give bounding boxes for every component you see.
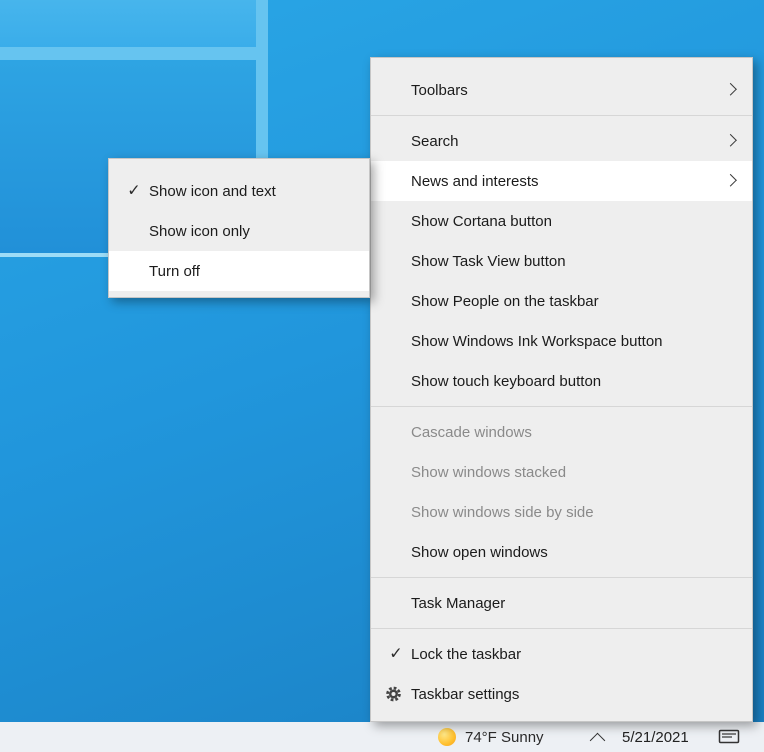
check-icon: ✓ bbox=[127, 182, 141, 200]
menu-item-label: Show People on the taskbar bbox=[411, 292, 599, 310]
tray-icon[interactable] bbox=[718, 727, 740, 747]
menu-item-label: Turn off bbox=[149, 262, 200, 280]
menu-item-label: Show icon and text bbox=[149, 182, 276, 200]
weather-label: 74°F Sunny bbox=[465, 728, 544, 746]
menu-item-label: Show icon only bbox=[149, 222, 250, 240]
submenu-item-turn-off[interactable]: Turn off bbox=[109, 251, 369, 291]
menu-item-show-task-view[interactable]: Show Task View button bbox=[371, 241, 752, 281]
menu-item-label: Toolbars bbox=[411, 81, 468, 99]
menu-item-show-touch-keyboard[interactable]: Show touch keyboard button bbox=[371, 361, 752, 401]
menu-item-show-open-windows[interactable]: Show open windows bbox=[371, 532, 752, 572]
menu-item-label: Show open windows bbox=[411, 543, 548, 561]
submenu-item-show-icon-only[interactable]: Show icon only bbox=[109, 211, 369, 251]
menu-separator bbox=[371, 577, 752, 578]
menu-item-show-ink-workspace[interactable]: Show Windows Ink Workspace button bbox=[371, 321, 752, 361]
menu-item-label: Show Task View button bbox=[411, 252, 566, 270]
news-and-interests-submenu: ✓ Show icon and text Show icon only Turn… bbox=[108, 158, 370, 298]
hidden-icons-chevron-icon[interactable] bbox=[589, 732, 606, 749]
menu-separator bbox=[371, 406, 752, 407]
menu-item-label: News and interests bbox=[411, 172, 539, 190]
wallpaper-pane-gap bbox=[0, 47, 268, 60]
menu-item-search[interactable]: Search bbox=[371, 121, 752, 161]
menu-item-label: Show windows side by side bbox=[411, 503, 594, 521]
menu-item-show-windows-side-by-side: Show windows side by side bbox=[371, 492, 752, 532]
sun-icon bbox=[438, 728, 456, 746]
menu-item-toolbars[interactable]: Toolbars bbox=[371, 70, 752, 110]
menu-item-label: Taskbar settings bbox=[411, 685, 520, 703]
taskbar-context-menu: Toolbars Search News and interests Show … bbox=[370, 57, 753, 722]
submenu-arrow-icon bbox=[724, 133, 737, 147]
menu-item-cascade-windows: Cascade windows bbox=[371, 412, 752, 452]
menu-item-label: Lock the taskbar bbox=[411, 645, 522, 663]
menu-item-show-people[interactable]: Show People on the taskbar bbox=[371, 281, 752, 321]
menu-separator bbox=[371, 628, 752, 629]
menu-separator bbox=[371, 115, 752, 116]
submenu-arrow-icon bbox=[724, 173, 737, 187]
menu-item-news-and-interests[interactable]: News and interests bbox=[371, 161, 752, 201]
menu-item-label: Cascade windows bbox=[411, 423, 532, 441]
menu-item-label: Show Windows Ink Workspace button bbox=[411, 332, 663, 350]
taskbar: 74°F Sunny 5/21/2021 bbox=[0, 722, 764, 752]
weather-widget[interactable]: 74°F Sunny bbox=[438, 722, 544, 752]
menu-item-lock-the-taskbar[interactable]: ✓ Lock the taskbar bbox=[371, 634, 752, 674]
gear-icon bbox=[385, 686, 402, 703]
menu-item-show-windows-stacked: Show windows stacked bbox=[371, 452, 752, 492]
menu-item-label: Show Cortana button bbox=[411, 212, 552, 230]
menu-item-taskbar-settings[interactable]: Taskbar settings bbox=[371, 674, 752, 714]
menu-item-label: Task Manager bbox=[411, 594, 506, 612]
menu-item-task-manager[interactable]: Task Manager bbox=[371, 583, 752, 623]
menu-item-label: Show touch keyboard button bbox=[411, 372, 602, 390]
menu-item-label: Show windows stacked bbox=[411, 463, 567, 481]
menu-item-label: Search bbox=[411, 132, 459, 150]
wallpaper-pane bbox=[0, 0, 256, 47]
check-icon: ✓ bbox=[389, 645, 403, 663]
submenu-item-show-icon-and-text[interactable]: ✓ Show icon and text bbox=[109, 171, 369, 211]
submenu-arrow-icon bbox=[724, 82, 737, 96]
taskbar-date[interactable]: 5/21/2021 bbox=[622, 722, 689, 752]
menu-item-show-cortana[interactable]: Show Cortana button bbox=[371, 201, 752, 241]
